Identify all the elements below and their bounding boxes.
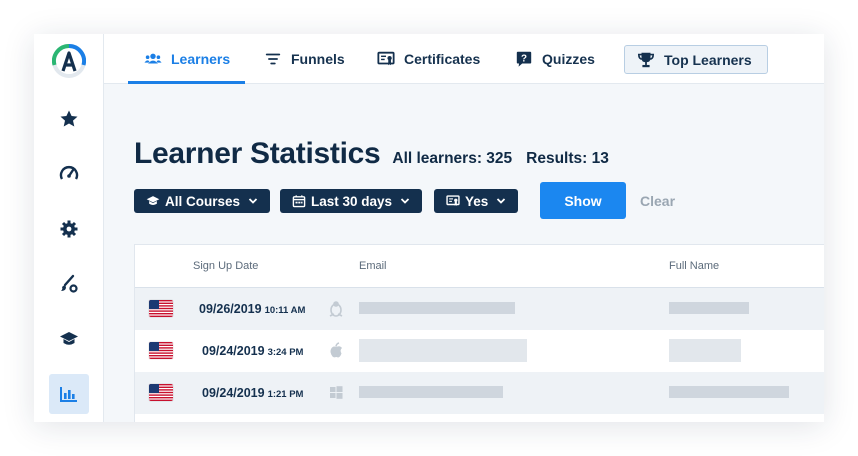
page-header: Learner Statistics All learners: 325 Res… xyxy=(134,137,609,171)
certificate-icon xyxy=(377,51,395,66)
show-button[interactable]: Show xyxy=(540,182,626,219)
full-name-blurred xyxy=(669,302,749,314)
brush-settings-icon xyxy=(61,274,78,293)
tab-label: Learners xyxy=(171,51,231,67)
signup-time-value: 3:24 PM xyxy=(267,347,304,358)
trophy-icon xyxy=(637,52,655,67)
graduation-cap-icon xyxy=(146,196,160,206)
email-blurred xyxy=(359,302,515,314)
signup-date-value: 09/24/2019 xyxy=(202,386,265,400)
period-dropdown-label: Last 30 days xyxy=(311,193,393,209)
gear-icon xyxy=(60,220,78,238)
period-dropdown[interactable]: Last 30 days xyxy=(280,189,423,213)
signup-date-value: 09/26/2019 xyxy=(199,302,262,316)
table-row[interactable]: 09/26/2019 10:11 AM xyxy=(135,288,824,330)
linux-icon xyxy=(329,301,343,317)
question-icon: ? xyxy=(516,51,532,67)
svg-text:?: ? xyxy=(521,53,527,64)
tab-label: Quizzes xyxy=(542,51,595,67)
learners-table: Sign Up Date Email Full Name 09/26/2019 1… xyxy=(134,244,824,422)
chevron-down-icon xyxy=(497,198,506,204)
certificate-dropdown[interactable]: Yes xyxy=(434,189,519,213)
tab-label: Certificates xyxy=(404,51,481,67)
us-flag-icon xyxy=(149,300,173,317)
sidebar-item-reports[interactable] xyxy=(49,374,89,414)
tab-learners[interactable]: Learners xyxy=(127,34,246,84)
sidebar-item-customize[interactable] xyxy=(49,264,89,304)
signup-date: 09/26/2019 10:11 AM xyxy=(199,302,305,316)
signup-date: 09/24/2019 3:24 PM xyxy=(202,344,303,358)
tab-funnels[interactable]: Funnels xyxy=(264,34,345,84)
sidebar-item-courses[interactable] xyxy=(49,319,89,359)
tab-label: Top Learners xyxy=(664,51,752,68)
table-header: Sign Up Date Email Full Name xyxy=(135,245,824,288)
tab-certificates[interactable]: Certificates xyxy=(377,34,480,84)
calendar-icon xyxy=(292,195,306,208)
signup-date-value: 09/24/2019 xyxy=(202,344,265,358)
windows-icon xyxy=(330,386,343,399)
tab-quizzes[interactable]: ? Quizzes xyxy=(515,34,595,84)
table-row[interactable]: 09/24/2019 1:21 PM xyxy=(135,372,824,414)
tab-top-learners[interactable]: Top Learners xyxy=(624,45,768,74)
app-logo-icon[interactable] xyxy=(52,44,86,78)
chevron-down-icon xyxy=(248,198,258,204)
speedometer-icon xyxy=(59,166,79,180)
users-icon xyxy=(144,53,162,64)
tab-label: Funnels xyxy=(291,51,345,67)
certificate-icon xyxy=(446,195,460,206)
all-learners-count: All learners: 325 xyxy=(392,150,513,167)
sidebar-item-settings[interactable] xyxy=(49,209,89,249)
app-window: Learners Funnels Certificates ? Quizzes … xyxy=(34,34,824,422)
star-icon xyxy=(60,110,78,127)
sidebar xyxy=(34,34,104,422)
us-flag-icon xyxy=(149,342,173,359)
apple-icon xyxy=(330,342,342,358)
signup-time-value: 10:11 AM xyxy=(264,305,306,316)
filter-icon xyxy=(265,53,281,65)
email-blurred xyxy=(359,339,527,362)
results-count: Results: 13 xyxy=(526,150,609,167)
full-name-blurred xyxy=(669,339,741,362)
chevron-down-icon xyxy=(400,198,410,204)
column-header-email[interactable]: Email xyxy=(359,260,387,272)
column-header-full-name[interactable]: Full Name xyxy=(669,260,719,272)
bar-chart-icon xyxy=(60,387,77,402)
full-name-blurred xyxy=(669,386,789,398)
certificate-dropdown-label: Yes xyxy=(465,193,489,209)
sidebar-item-dashboard[interactable] xyxy=(49,154,89,194)
signup-time-value: 1:21 PM xyxy=(267,389,304,400)
table-row[interactable]: 09/24/2019 3:24 PM xyxy=(135,330,824,372)
page-title: Learner Statistics xyxy=(134,137,381,170)
graduation-cap-icon xyxy=(60,332,78,345)
top-nav: Learners Funnels Certificates ? Quizzes … xyxy=(104,34,824,84)
column-header-signup-date[interactable]: Sign Up Date xyxy=(193,260,258,272)
courses-dropdown[interactable]: All Courses xyxy=(134,189,271,213)
us-flag-icon xyxy=(149,384,173,401)
signup-date: 09/24/2019 1:21 PM xyxy=(202,386,303,400)
courses-dropdown-label: All Courses xyxy=(165,193,241,209)
clear-button[interactable]: Clear xyxy=(640,193,675,209)
sidebar-item-favorites[interactable] xyxy=(49,99,89,139)
email-blurred xyxy=(359,386,503,398)
